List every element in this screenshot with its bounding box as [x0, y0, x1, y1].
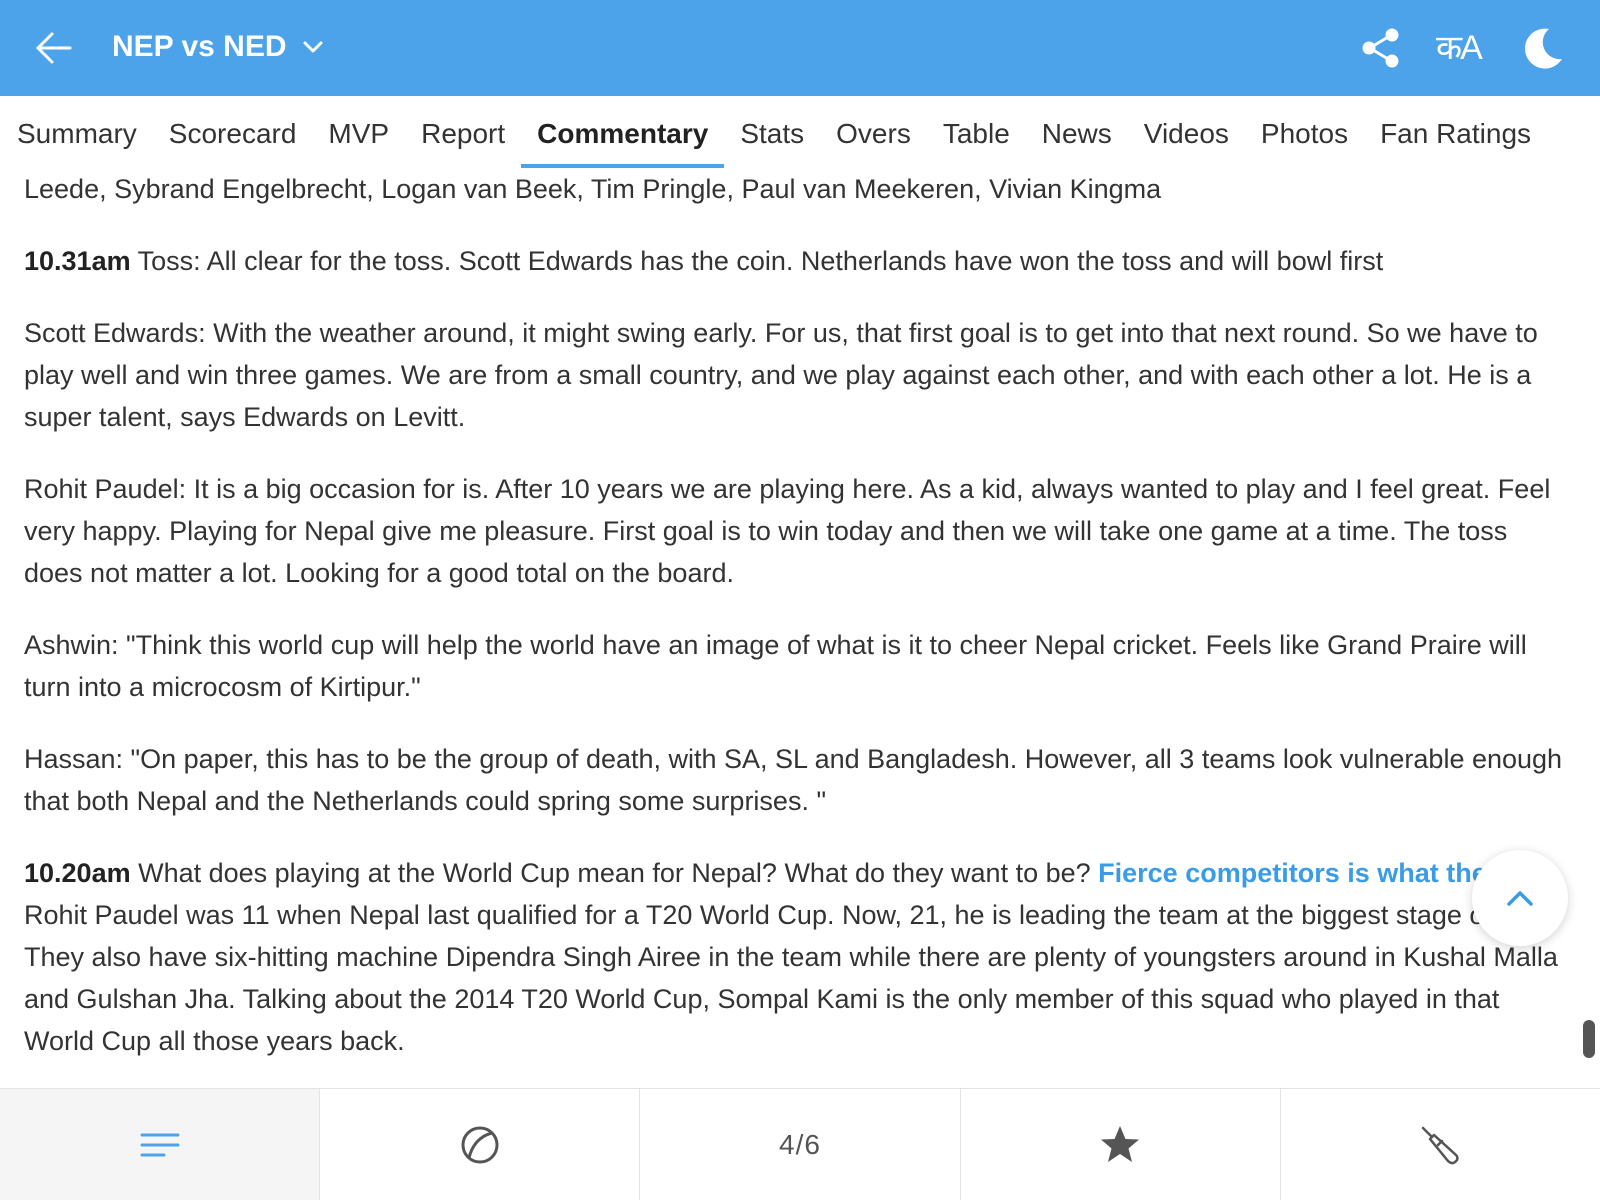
tab-photos[interactable]: Photos	[1245, 96, 1364, 168]
scroll-to-top-button[interactable]	[1472, 850, 1568, 946]
commentary-entry: 10.20am What does playing at the World C…	[24, 852, 1572, 1062]
chevron-down-icon	[303, 41, 323, 53]
commentary-entry: 10.31am Toss: All clear for the toss. Sc…	[24, 240, 1572, 282]
tab-report[interactable]: Report	[405, 96, 521, 168]
tab-mvp[interactable]: MVP	[312, 96, 405, 168]
commentary-text: Hassan: "On paper, this has to be the gr…	[24, 744, 1563, 816]
commentary-entry: Hassan: "On paper, this has to be the gr…	[24, 738, 1572, 822]
tab-news[interactable]: News	[1026, 96, 1128, 168]
scrollbar-thumb[interactable]	[1583, 1020, 1595, 1058]
tab-commentary[interactable]: Commentary	[521, 96, 725, 168]
ball-icon	[461, 1126, 499, 1163]
over-counter[interactable]: 4/6	[639, 1089, 960, 1200]
share-icon[interactable]	[1360, 27, 1402, 69]
commentary-text: What does playing at the World Cup mean …	[130, 858, 1099, 888]
commentary-text: Rohit Paudel: It is a big occasion for i…	[24, 474, 1551, 588]
commentary-text: Scott Edwards: With the weather around, …	[24, 318, 1538, 432]
ball-button[interactable]	[319, 1089, 640, 1200]
commentary-entry: Ashwin: "Think this world cup will help …	[24, 624, 1572, 708]
commentary-text: Ashwin: "Think this world cup will help …	[24, 630, 1527, 702]
star-icon	[1101, 1125, 1140, 1162]
tab-table[interactable]: Table	[927, 96, 1026, 168]
tab-summary[interactable]: Summary	[0, 96, 153, 168]
chevron-up-icon	[1507, 891, 1533, 906]
bat-icon	[1422, 1126, 1460, 1164]
commentary-feed[interactable]: Leede, Sybrand Engelbrecht, Logan van Be…	[24, 168, 1572, 1088]
menu-button[interactable]	[0, 1089, 320, 1200]
tab-videos[interactable]: Videos	[1128, 96, 1245, 168]
bat-button[interactable]	[1279, 1089, 1600, 1200]
commentary-entry: Leede, Sybrand Engelbrecht, Logan van Be…	[24, 168, 1572, 210]
back-arrow-icon[interactable]	[34, 28, 74, 68]
bottom-nav-bar: 4/6	[0, 1088, 1600, 1200]
match-tabs: Summary Scorecard MVP Report Commentary …	[0, 96, 1600, 168]
match-title: NEP vs NED	[112, 30, 287, 63]
tab-stats[interactable]: Stats	[724, 96, 820, 168]
menu-lines-icon	[140, 1133, 180, 1156]
over-counter-label: 4/6	[779, 1128, 821, 1160]
language-toggle[interactable]: कA	[1436, 28, 1483, 68]
commentary-text: Toss: All clear for the toss. Scott Edwa…	[130, 246, 1384, 276]
top-app-bar: NEP vs NED कA	[0, 0, 1600, 96]
tab-scorecard[interactable]: Scorecard	[153, 96, 313, 168]
commentary-timestamp: 10.20am	[24, 858, 131, 888]
commentary-entry: Rohit Paudel: It is a big occasion for i…	[24, 468, 1572, 594]
commentary-entry: Scott Edwards: With the weather around, …	[24, 312, 1572, 438]
favorite-button[interactable]	[959, 1089, 1280, 1200]
match-title-dropdown[interactable]: NEP vs NED	[112, 30, 325, 64]
tab-overs[interactable]: Overs	[820, 96, 927, 168]
moon-icon[interactable]	[1520, 25, 1566, 71]
commentary-timestamp: 10.31am	[24, 246, 131, 276]
commentary-text: Leede, Sybrand Engelbrecht, Logan van Be…	[24, 174, 1162, 204]
tab-fan-ratings[interactable]: Fan Ratings	[1364, 96, 1547, 168]
